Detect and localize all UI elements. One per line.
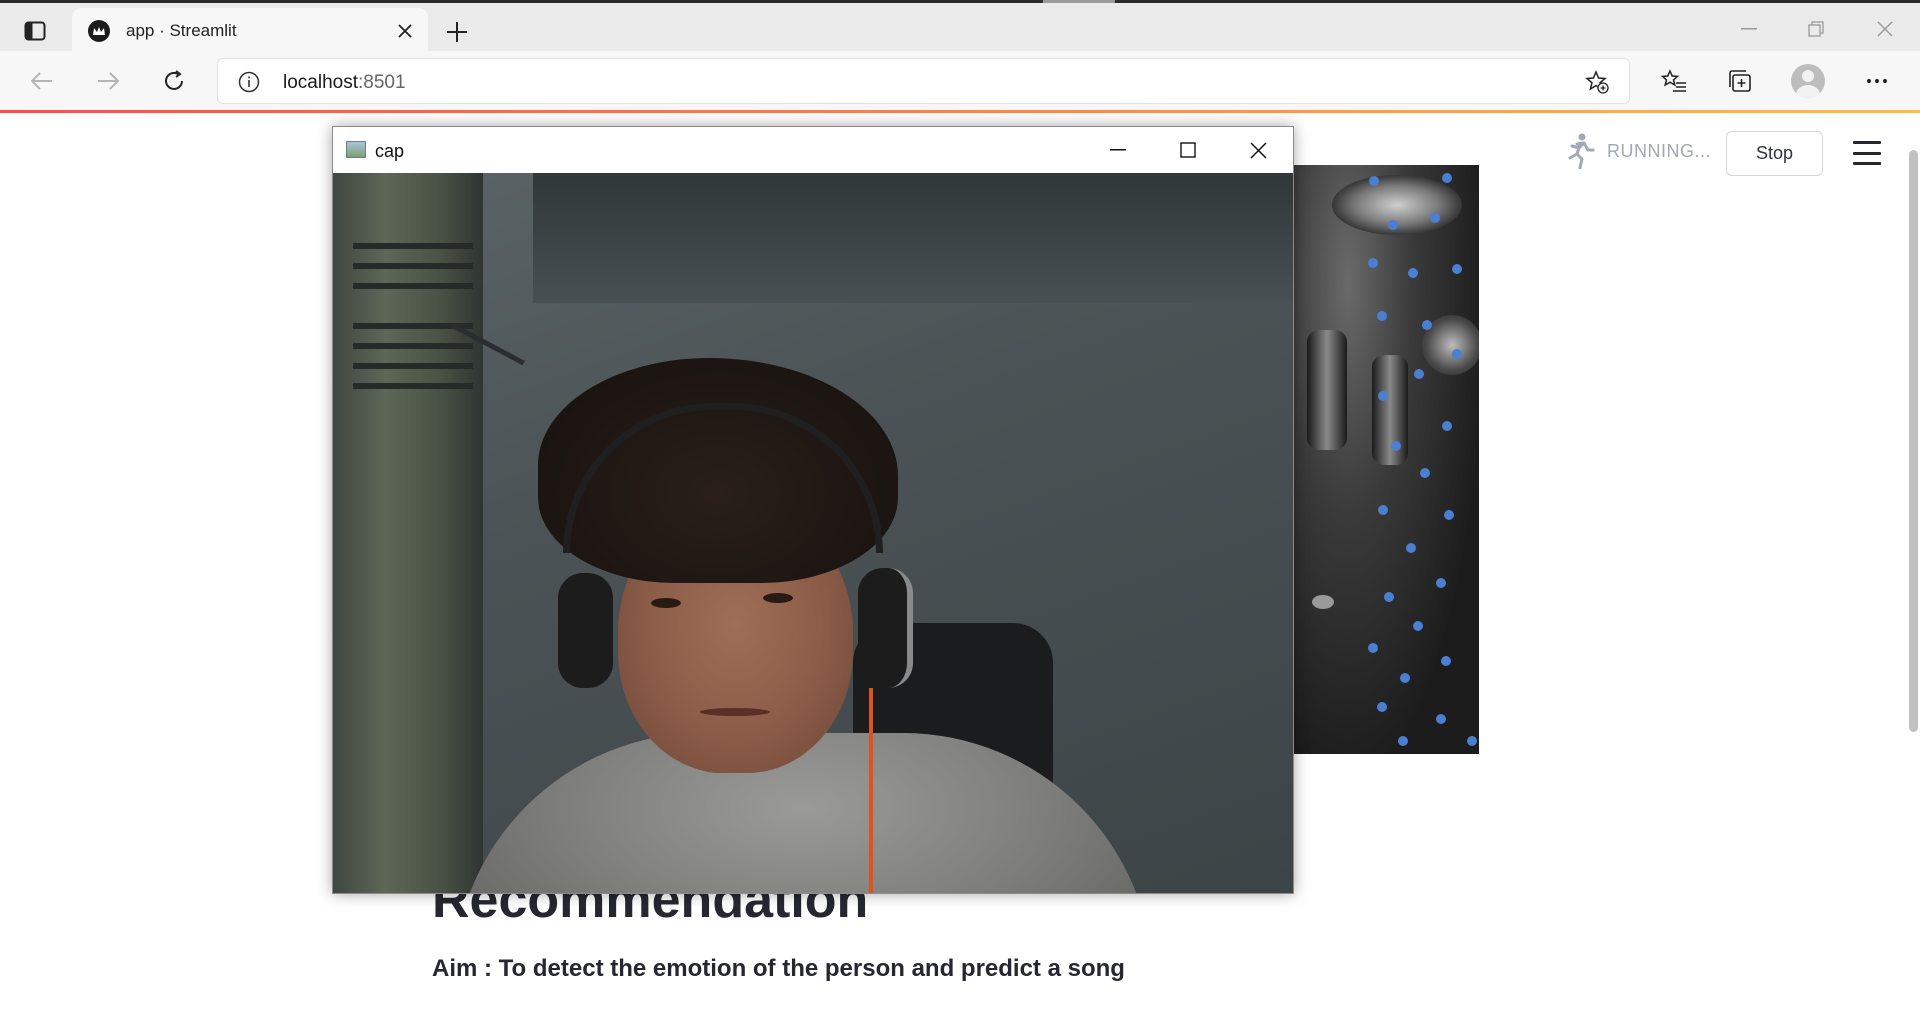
address-bar[interactable]: localhost:8501 [217,58,1630,104]
favorites-button[interactable] [1655,62,1693,100]
close-icon [1877,21,1893,37]
refresh-icon [165,70,183,90]
maximize-icon [1180,142,1196,158]
profile-icon[interactable] [1791,64,1825,98]
running-status-text: RUNNING... [1607,140,1711,161]
minimize-icon [1110,149,1126,151]
browser-minimize-button[interactable] [1726,11,1772,47]
close-icon [1249,141,1267,159]
cap-window-title: cap [375,141,405,161]
active-tab[interactable]: app · Streamlit [72,8,428,54]
plus-icon [447,22,467,42]
webcam-frame [333,173,1293,893]
sidebar-icon [24,21,46,40]
cap-minimize-button[interactable] [1083,127,1153,173]
stop-button[interactable]: Stop [1726,131,1823,176]
tab-actions-button[interactable] [15,13,55,48]
aim-text: Aim : To detect the emotion of the perso… [432,955,1125,982]
info-icon[interactable] [238,71,260,93]
banner-image [1292,165,1479,754]
cap-maximize-button[interactable] [1153,127,1223,173]
close-icon [398,24,412,38]
more-icon [1867,79,1887,83]
cap-window[interactable]: cap [332,126,1294,894]
cap-close-button[interactable] [1223,127,1293,173]
forward-button[interactable] [89,62,127,100]
browser-close-button[interactable] [1862,11,1908,47]
close-tab-button[interactable] [394,20,416,42]
app-window-icon [346,141,366,158]
tab-title: app · Streamlit [126,21,237,40]
favorites-icon [1661,69,1686,92]
browser-restore-button[interactable] [1793,11,1839,47]
collections-icon [1729,70,1751,92]
streamlit-top-decoration [0,110,1920,113]
hamburger-icon[interactable] [1853,141,1881,165]
refresh-button[interactable] [155,62,193,100]
back-icon [31,72,52,90]
running-man-icon [1568,133,1595,169]
favorite-add-icon[interactable] [1585,70,1609,94]
browser-toolbar: localhost:8501 [0,51,1920,110]
forward-icon [98,72,119,90]
url-text[interactable]: localhost:8501 [283,72,406,94]
more-button[interactable] [1858,62,1896,100]
back-button[interactable] [23,62,61,100]
collections-button[interactable] [1721,62,1759,100]
minimize-icon [1741,28,1757,30]
cap-window-titlebar[interactable]: cap [333,127,1293,173]
streamlit-crown-icon [88,20,110,42]
running-indicator: RUNNING... [1565,133,1711,169]
new-tab-button[interactable] [440,15,474,49]
restore-icon [1808,21,1824,37]
page-scrollbar[interactable] [1909,150,1918,732]
tab-strip: app · Streamlit [0,0,1920,54]
window-drag-handle[interactable] [1043,0,1115,3]
